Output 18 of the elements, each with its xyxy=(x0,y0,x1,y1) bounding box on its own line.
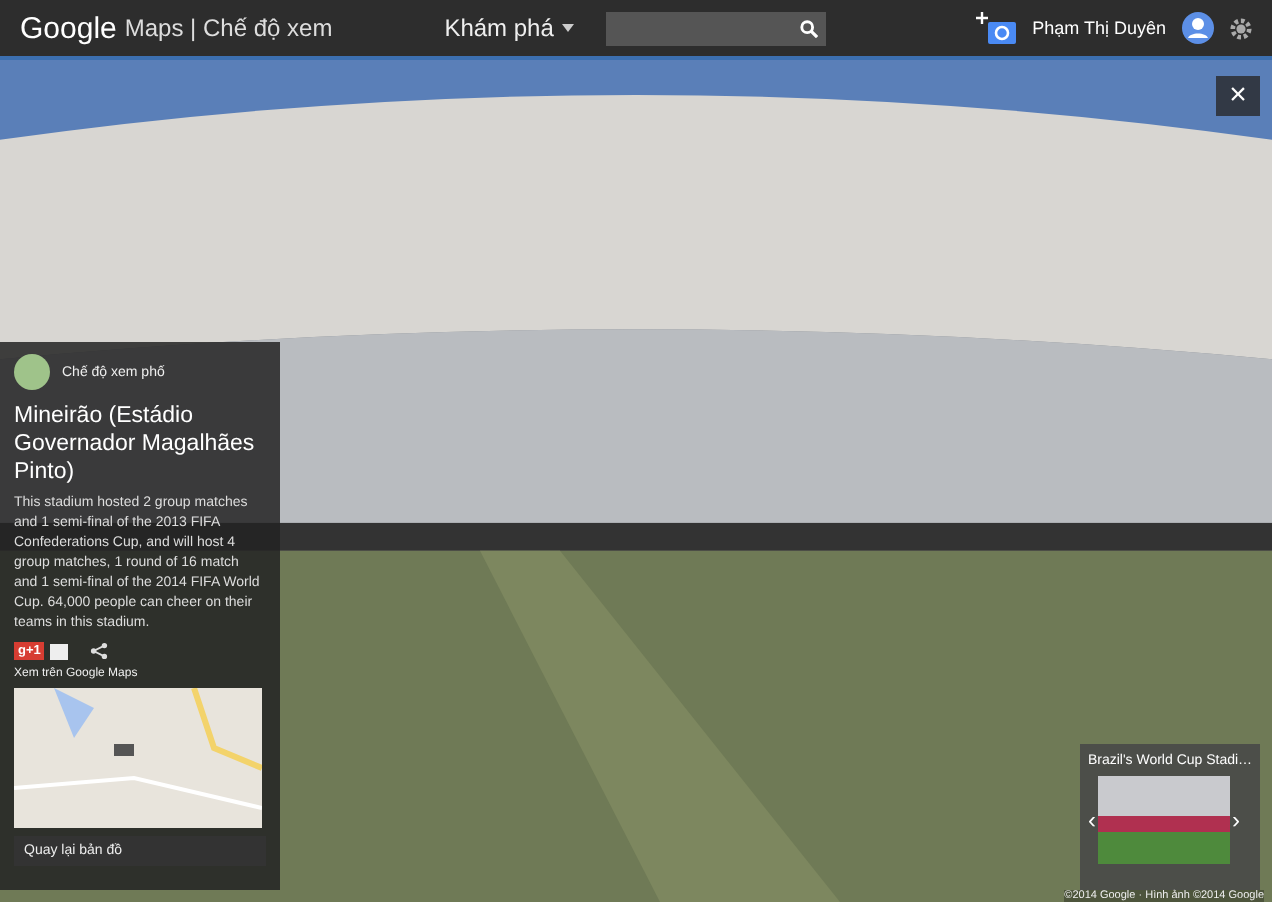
next-button[interactable]: › xyxy=(1230,806,1242,834)
place-title: Mineirão (Estádio Governador Magalhães Pinto) xyxy=(14,402,257,486)
product-title: Maps | Chế độ xem xyxy=(124,14,333,42)
share-icon[interactable] xyxy=(90,642,109,660)
user-name[interactable]: Phạm Thị Duyên xyxy=(1032,18,1166,38)
map-thumbnail-icon xyxy=(14,354,50,390)
search-icon[interactable] xyxy=(799,19,818,37)
stadium-photo[interactable] xyxy=(1098,776,1230,864)
explore-menu[interactable]: Khám phá xyxy=(444,14,574,42)
caret-icon xyxy=(561,24,574,32)
previous-button[interactable]: ‹ xyxy=(1086,806,1098,834)
search-field[interactable] xyxy=(605,11,826,45)
count-box xyxy=(50,643,69,659)
close-button[interactable]: × xyxy=(1216,76,1260,116)
settings-icon[interactable] xyxy=(1230,17,1252,39)
logo[interactable]: Google xyxy=(20,11,117,45)
avatar-icon[interactable] xyxy=(1182,12,1214,44)
add-photo-icon[interactable] xyxy=(976,12,1017,44)
